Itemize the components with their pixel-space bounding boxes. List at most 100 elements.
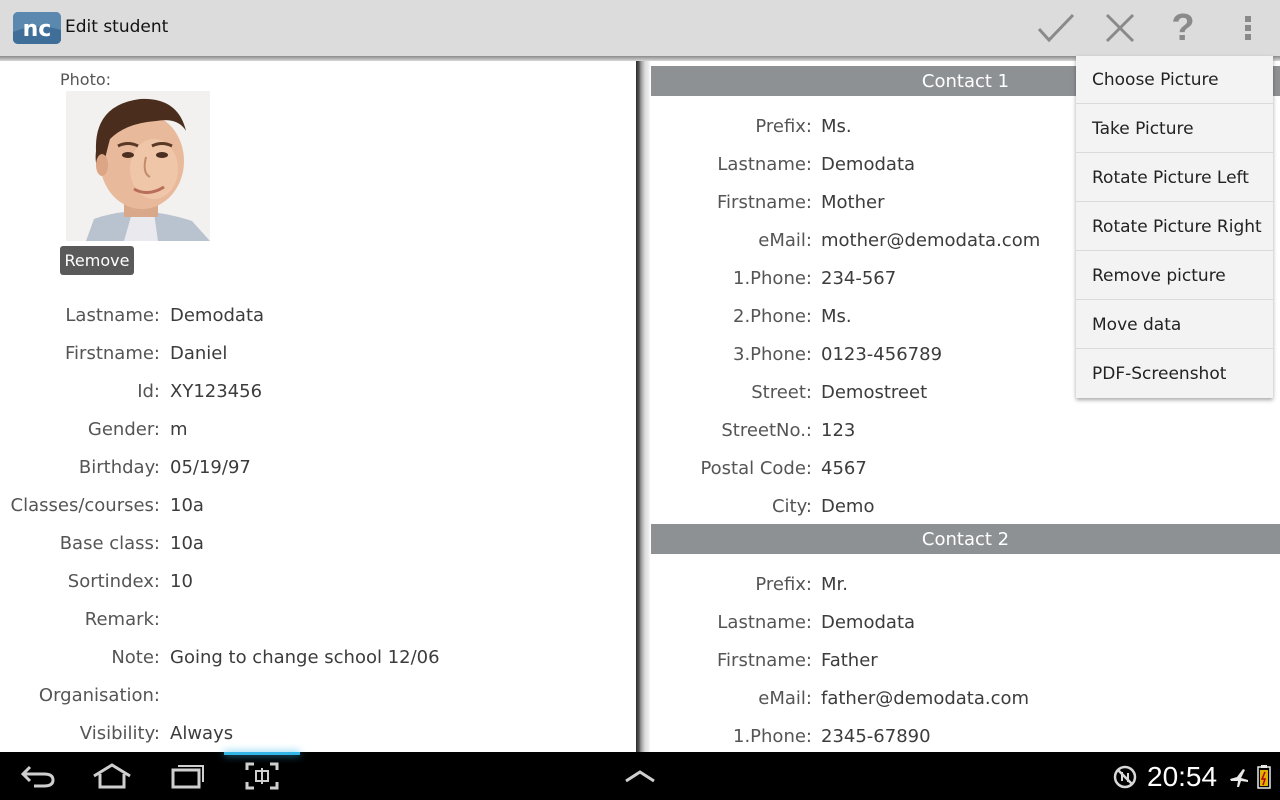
field-row[interactable]: Remark: <box>0 604 636 634</box>
field-label: Street: <box>751 381 812 403</box>
field-value[interactable]: 4567 <box>821 458 867 479</box>
back-icon <box>20 765 55 788</box>
screenshot-button[interactable] <box>236 758 288 794</box>
student-photo[interactable] <box>66 91 210 241</box>
field-value[interactable]: Going to change school 12/06 <box>170 647 440 668</box>
field-value[interactable]: Mr. <box>821 574 848 595</box>
field-value[interactable]: Daniel <box>170 343 227 364</box>
field-row[interactable]: Birthday: 05/19/97 <box>0 452 636 482</box>
field-value[interactable]: m <box>170 419 188 440</box>
field-row[interactable]: Id: XY123456 <box>0 376 636 406</box>
field-value[interactable]: 10a <box>170 495 204 516</box>
field-label: Postal Code: <box>700 457 812 479</box>
field-value[interactable]: Demodata <box>821 154 915 175</box>
field-value[interactable]: mother@demodata.com <box>821 230 1040 251</box>
recent-apps-icon <box>171 765 204 789</box>
field-value[interactable]: 2345-67890 <box>821 726 931 747</box>
menu-item[interactable]: Rotate Picture Left <box>1076 154 1273 202</box>
field-row[interactable]: Lastname: Demodata <box>650 607 1280 637</box>
remove-photo-button[interactable]: Remove <box>60 246 134 275</box>
screenshot-icon <box>245 762 279 790</box>
field-value[interactable]: 123 <box>821 420 855 441</box>
field-row[interactable]: Firstname: Daniel <box>0 338 636 368</box>
expand-up-button[interactable] <box>614 758 666 794</box>
field-value[interactable]: Father <box>821 650 878 671</box>
field-row[interactable]: Base class: 10a <box>0 528 636 558</box>
field-row[interactable]: Sortindex: 10 <box>0 566 636 596</box>
field-label: Sortindex: <box>67 570 160 592</box>
field-value[interactable]: Demodata <box>170 305 264 326</box>
sync-status <box>1113 765 1137 793</box>
field-label: 1.Phone: <box>733 267 812 289</box>
field-label: City: <box>771 495 812 517</box>
field-value[interactable]: Demo <box>821 496 874 517</box>
field-label: Id: <box>137 380 160 402</box>
field-row[interactable]: Lastname: Demodata <box>0 300 636 330</box>
field-label: Base class: <box>59 532 160 554</box>
field-value[interactable]: 10 <box>170 571 193 592</box>
field-label: Firstname: <box>65 342 160 364</box>
field-row[interactable]: City: Demo <box>650 491 1280 521</box>
close-icon <box>1105 13 1135 43</box>
field-value[interactable]: 234-567 <box>821 268 896 289</box>
app-logo[interactable]: nc <box>13 12 61 44</box>
save-button[interactable] <box>1034 8 1078 48</box>
field-row[interactable]: StreetNo.: 123 <box>650 415 1280 445</box>
check-icon <box>1037 13 1075 43</box>
field-label: Prefix: <box>755 573 812 595</box>
field-value[interactable]: XY123456 <box>170 381 262 402</box>
field-row[interactable]: eMail: father@demodata.com <box>650 683 1280 713</box>
field-value[interactable]: Mother <box>821 192 884 213</box>
menu-item[interactable]: Take Picture <box>1076 105 1273 153</box>
photo-label: Photo: <box>60 70 112 89</box>
field-label: 2.Phone: <box>733 305 812 327</box>
back-button[interactable] <box>12 758 64 794</box>
field-row[interactable]: Firstname: Father <box>650 645 1280 675</box>
overflow-menu-icon <box>1245 16 1251 40</box>
field-value[interactable]: Ms. <box>821 306 852 327</box>
field-row[interactable]: Visibility: Always <box>0 718 636 748</box>
field-value[interactable]: father@demodata.com <box>821 688 1029 709</box>
field-row[interactable]: Postal Code: 4567 <box>650 453 1280 483</box>
menu-item[interactable]: Remove picture <box>1076 252 1273 300</box>
field-label: Firstname: <box>717 649 812 671</box>
field-row[interactable]: Note: Going to change school 12/06 <box>0 642 636 672</box>
field-label: Lastname: <box>717 611 812 633</box>
field-value[interactable]: Demostreet <box>821 382 927 403</box>
menu-item[interactable]: PDF-Screenshot <box>1076 350 1273 398</box>
panel-divider <box>636 61 650 752</box>
home-button[interactable] <box>86 758 138 794</box>
field-label: Visibility: <box>79 722 160 744</box>
cancel-button[interactable] <box>1098 8 1142 48</box>
field-label: eMail: <box>758 687 812 709</box>
field-value[interactable]: 10a <box>170 533 204 554</box>
overflow-menu-button[interactable] <box>1226 8 1270 48</box>
field-row[interactable]: Organisation: <box>0 680 636 710</box>
field-label: Organisation: <box>38 684 160 706</box>
field-row[interactable]: 1.Phone: 2345-67890 <box>650 721 1280 751</box>
menu-item[interactable]: Move data <box>1076 301 1273 349</box>
field-value[interactable]: Ms. <box>821 116 852 137</box>
field-row[interactable]: Prefix: Mr. <box>650 569 1280 599</box>
battery-icon <box>1257 765 1271 789</box>
help-button[interactable]: ? <box>1161 7 1205 49</box>
field-value[interactable]: 05/19/97 <box>170 457 251 478</box>
field-value[interactable]: Demodata <box>821 612 915 633</box>
field-value[interactable]: 0123-456789 <box>821 344 942 365</box>
clock: 20:54 <box>1147 761 1218 792</box>
menu-item[interactable]: Choose Picture <box>1076 56 1273 104</box>
battery-status <box>1257 765 1271 793</box>
field-row[interactable]: Gender: m <box>0 414 636 444</box>
field-label: Lastname: <box>717 153 812 175</box>
field-label: Note: <box>111 646 160 668</box>
system-bar: 20:54 <box>0 752 1280 800</box>
field-label: Firstname: <box>717 191 812 213</box>
field-row[interactable]: Classes/courses: 10a <box>0 490 636 520</box>
field-label: Prefix: <box>755 115 812 137</box>
field-label: Gender: <box>87 418 160 440</box>
student-panel[interactable]: Photo: Remove Lastname: Demodata Firstna… <box>0 61 636 752</box>
contact-2-header: Contact 2 <box>651 524 1280 554</box>
menu-item[interactable]: Rotate Picture Right <box>1076 203 1273 251</box>
field-value[interactable]: Always <box>170 723 233 744</box>
recent-apps-button[interactable] <box>161 758 213 794</box>
